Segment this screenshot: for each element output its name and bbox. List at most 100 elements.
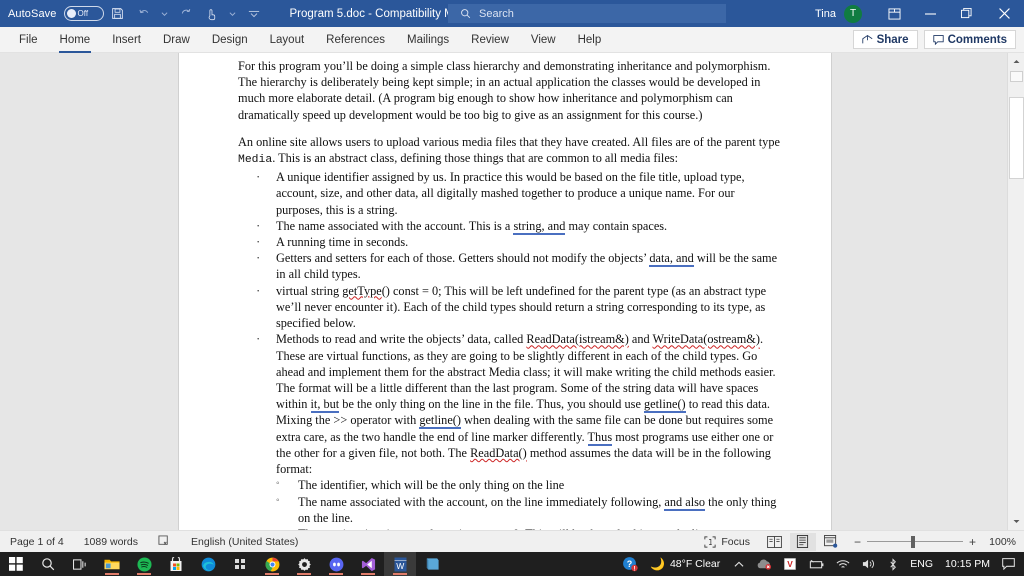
document-page[interactable]: For this program you’ll be doing a simpl… xyxy=(179,53,831,530)
help-badge-icon[interactable]: ?! xyxy=(618,552,642,576)
scrollbar-thumb[interactable] xyxy=(1009,97,1024,179)
start-button[interactable] xyxy=(0,552,32,576)
grammar-suggestion[interactable]: getline() xyxy=(419,413,461,430)
grammar-suggestion[interactable]: it, but xyxy=(310,397,340,414)
share-button[interactable]: Share xyxy=(852,30,918,49)
action-center-icon[interactable] xyxy=(996,552,1020,576)
edge-icon[interactable] xyxy=(192,552,224,576)
wifi-icon[interactable] xyxy=(830,552,856,576)
scroll-up-arrow-icon[interactable] xyxy=(1008,53,1024,70)
search-icon[interactable] xyxy=(32,552,64,576)
document-text-body[interactable]: For this program you’ll be doing a simpl… xyxy=(238,58,783,530)
tab-home[interactable]: Home xyxy=(49,27,102,53)
undo-icon[interactable] xyxy=(132,3,156,25)
spelling-and-grammar-check-icon[interactable] xyxy=(148,535,181,548)
web-layout-button[interactable] xyxy=(818,533,844,551)
read-mode-button[interactable] xyxy=(762,533,788,551)
grammar-suggestion[interactable]: and also xyxy=(664,494,706,511)
tab-help[interactable]: Help xyxy=(567,27,613,53)
onedrive-sync-error-icon[interactable] xyxy=(750,552,778,576)
list-item: The name associated with the account. Th… xyxy=(238,217,783,235)
redo-icon[interactable] xyxy=(174,3,198,25)
touch-dropdown-icon[interactable] xyxy=(226,3,240,25)
discord-icon[interactable] xyxy=(320,552,352,576)
file-explorer-icon[interactable] xyxy=(96,552,128,576)
sub-2-pre: The name associated with the account, on… xyxy=(298,494,665,509)
task-view-icon[interactable] xyxy=(64,552,96,576)
user-name[interactable]: Tina xyxy=(815,8,836,20)
ribbon-tabs: File Home Insert Draw Design Layout Refe… xyxy=(0,27,612,53)
undo-dropdown-icon[interactable] xyxy=(158,3,172,25)
windows-taskbar: W ?! 🌙 48°F Clear V ENG 10:15 PM xyxy=(0,552,1024,576)
tab-view[interactable]: View xyxy=(520,27,567,53)
comments-label: Comments xyxy=(947,33,1007,46)
bluetooth-icon[interactable] xyxy=(882,552,904,576)
grammar-suggestion[interactable]: Thus xyxy=(587,429,613,446)
settings-icon[interactable] xyxy=(288,552,320,576)
zoom-out-button[interactable]: − xyxy=(854,535,861,549)
language-indicator[interactable]: English (United States) xyxy=(181,536,308,548)
zoom-slider-handle[interactable] xyxy=(910,535,915,548)
grammar-suggestion[interactable]: getline() xyxy=(644,397,686,414)
split-window-handle[interactable] xyxy=(1010,71,1023,82)
avatar[interactable]: T xyxy=(844,4,862,23)
zoom-level-label[interactable]: 100% xyxy=(982,536,1016,548)
volume-icon[interactable] xyxy=(856,552,882,576)
zoom-slider-track xyxy=(866,541,963,542)
scroll-down-arrow-icon[interactable] xyxy=(1008,513,1024,530)
comments-button[interactable]: Comments xyxy=(923,30,1016,49)
focus-mode-button[interactable]: Focus xyxy=(694,536,760,548)
mail-icon[interactable] xyxy=(224,552,256,576)
microsoft-store-icon[interactable] xyxy=(160,552,192,576)
show-hidden-icons-chevron[interactable] xyxy=(728,552,750,576)
visual-studio-icon[interactable] xyxy=(352,552,384,576)
battery-icon[interactable] xyxy=(802,552,830,576)
spotify-icon[interactable] xyxy=(128,552,160,576)
minimize-button[interactable] xyxy=(912,0,948,27)
language-indicator[interactable]: ENG xyxy=(904,552,939,576)
spelling-error[interactable]: getType xyxy=(342,284,381,298)
media-intro-post: . This is an abstract class, defining th… xyxy=(272,151,679,166)
autosave-toggle[interactable]: Off xyxy=(63,6,104,21)
touch-mouse-mode-icon[interactable] xyxy=(200,3,224,25)
zoom-control[interactable]: − + 100% xyxy=(854,535,1016,549)
tab-file[interactable]: File xyxy=(8,27,49,53)
grammar-suggestion[interactable]: string, and xyxy=(513,218,566,235)
customize-quick-access-icon[interactable] xyxy=(242,3,266,25)
close-button[interactable] xyxy=(984,0,1024,27)
tab-review[interactable]: Review xyxy=(460,27,520,53)
tab-layout[interactable]: Layout xyxy=(259,27,316,53)
list-item: A unique identifier assigned by us. In p… xyxy=(238,168,783,218)
spelling-error[interactable]: WriteData(ostream&) xyxy=(653,332,760,346)
vertical-scrollbar[interactable] xyxy=(1007,53,1024,530)
word-icon[interactable]: W xyxy=(384,552,416,576)
notepad-icon[interactable] xyxy=(416,552,448,576)
tab-insert[interactable]: Insert xyxy=(101,27,152,53)
tab-draw[interactable]: Draw xyxy=(152,27,201,53)
tab-references[interactable]: References xyxy=(315,27,396,53)
search-box[interactable]: Search xyxy=(448,4,726,23)
grammar-suggestion[interactable]: data, and xyxy=(649,251,694,268)
save-icon[interactable] xyxy=(106,3,130,25)
page-number-indicator[interactable]: Page 1 of 4 xyxy=(0,536,74,548)
zoom-slider[interactable] xyxy=(866,535,963,548)
print-layout-button[interactable] xyxy=(789,532,816,551)
tab-design[interactable]: Design xyxy=(201,27,259,53)
tab-mailings[interactable]: Mailings xyxy=(396,27,460,53)
autosave-state-label: Off xyxy=(77,9,89,18)
word-count-indicator[interactable]: 1089 words xyxy=(74,536,148,548)
v-app-tray-icon[interactable]: V xyxy=(778,552,802,576)
restore-button[interactable] xyxy=(948,0,984,27)
chrome-icon[interactable] xyxy=(256,552,288,576)
media-type-name: Media xyxy=(238,154,273,167)
spelling-error[interactable]: ReadData(istream&) xyxy=(526,332,628,346)
zoom-in-button[interactable]: + xyxy=(969,535,976,549)
share-icon xyxy=(861,35,873,44)
spelling-error[interactable]: ReadData() xyxy=(470,446,527,460)
weather-widget[interactable]: 🌙 48°F Clear xyxy=(642,557,728,571)
list-item: The name associated with the account, on… xyxy=(238,494,783,526)
bullet-2-pre: The name associated with the account. Th… xyxy=(276,218,514,233)
clock[interactable]: 10:15 PM xyxy=(939,552,996,576)
ribbon-display-options-button[interactable] xyxy=(876,0,912,27)
document-canvas[interactable]: For this program you’ll be doing a simpl… xyxy=(0,53,1024,530)
